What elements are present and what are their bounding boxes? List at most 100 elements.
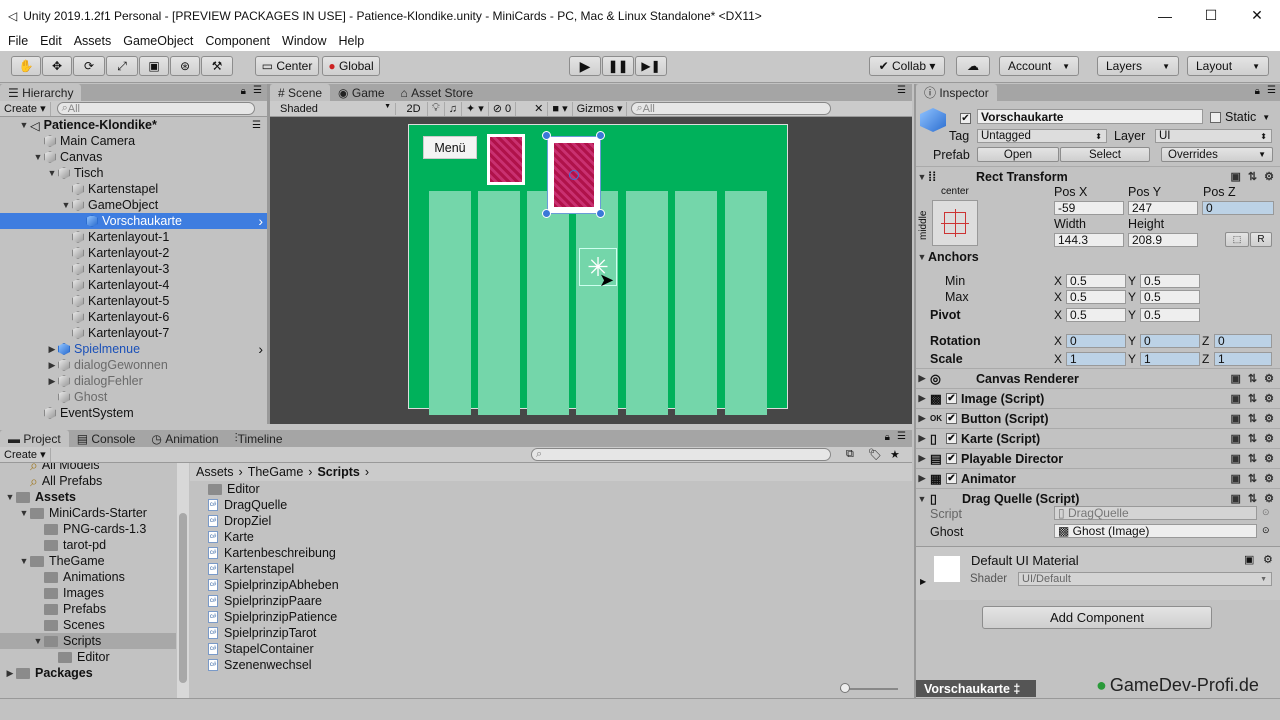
camera-icon[interactable]: ■ ▾ — [548, 101, 573, 116]
tab-timeline[interactable]: ⫶ Timeline — [227, 430, 291, 447]
rotate-tool-icon[interactable]: ⟳ — [73, 56, 105, 76]
project-tree-item[interactable]: ▼ TheGame — [0, 553, 176, 569]
expand-arrow-icon[interactable]: ▼ — [60, 200, 72, 210]
project-file-item[interactable]: Editor — [208, 481, 260, 497]
rect-handle[interactable] — [596, 209, 605, 218]
menu-gameobject[interactable]: GameObject — [123, 34, 193, 48]
help-icon[interactable]: ▣ — [1231, 432, 1241, 445]
presets-icon[interactable]: ⇅ — [1248, 492, 1257, 505]
vector-input[interactable]: 0.5 — [1066, 274, 1126, 288]
blueprint-mode-button[interactable]: ⬚ — [1225, 232, 1249, 247]
expand-arrow-icon[interactable]: ▼ — [18, 508, 30, 518]
pivot-center-button[interactable]: ▭ Center — [255, 56, 319, 76]
project-file-item[interactable]: c# Kartenbeschreibung — [208, 545, 336, 561]
expand-arrow-icon[interactable]: ▼ — [32, 152, 44, 162]
cloud-button[interactable]: ☁ — [956, 56, 990, 76]
project-file-item[interactable]: c# SpielprinzipPaare — [208, 593, 322, 609]
checkbox-check-icon[interactable]: ✔ — [946, 413, 957, 424]
height-input[interactable]: 208.9 — [1128, 233, 1198, 247]
transform-tool-icon[interactable]: ⊛ — [170, 56, 200, 76]
settings-gear-icon[interactable]: ⚙ — [1264, 472, 1274, 485]
panel-menu-icon[interactable]: ☰ — [1267, 85, 1276, 96]
tree-scrollbar[interactable] — [177, 463, 189, 698]
object-picker-icon[interactable]: ⊙ — [1262, 525, 1270, 536]
help-icon[interactable]: ▣ — [1231, 170, 1241, 183]
breadcrumb-scripts[interactable]: Scripts — [317, 465, 359, 479]
hierarchy-item[interactable]: Vorschaukarte › — [0, 213, 267, 229]
settings-gear-icon[interactable]: ⚙ — [1264, 432, 1274, 445]
add-component-button[interactable]: Add Component — [982, 606, 1212, 629]
project-tree-item[interactable]: Images — [0, 585, 176, 601]
tab-project[interactable]: ▬ Project — [0, 430, 69, 447]
project-file-item[interactable]: c# DragQuelle — [208, 497, 287, 513]
help-icon[interactable]: ▣ — [1231, 412, 1241, 425]
object-name-input[interactable]: Vorschaukarte — [977, 109, 1203, 124]
project-create-button[interactable]: Create ▾ — [0, 447, 51, 462]
help-icon[interactable]: ▣ — [1244, 553, 1254, 566]
project-tree-item[interactable]: ▼ Scripts — [0, 633, 176, 649]
filter-type-icon[interactable]: ⧉ — [846, 448, 854, 461]
hierarchy-item[interactable]: Kartenlayout-2 — [0, 245, 267, 261]
settings-gear-icon[interactable]: ⚙ — [1263, 553, 1273, 566]
expand-arrow-icon[interactable]: ▼ — [32, 636, 44, 646]
project-tree-item[interactable]: Editor — [0, 649, 176, 665]
slider-thumb[interactable] — [840, 683, 850, 693]
vector-input[interactable]: 0.5 — [1140, 290, 1200, 304]
expand-arrow-icon[interactable]: ▼ — [18, 556, 30, 566]
expand-arrow-icon[interactable]: ▶ — [4, 668, 16, 679]
expand-arrow-icon[interactable]: ▼ — [46, 168, 58, 178]
rect-handle[interactable] — [596, 131, 605, 140]
hierarchy-item[interactable]: Kartenlayout-3 — [0, 261, 267, 277]
panel-menu-icon[interactable]: ☰ — [897, 431, 906, 442]
vector-input[interactable]: 0 — [1214, 334, 1272, 348]
settings-gear-icon[interactable]: ⚙ — [1264, 492, 1274, 505]
lock-icon[interactable]: 🔒︎ — [885, 432, 890, 443]
width-input[interactable]: 144.3 — [1054, 233, 1124, 247]
anchors-foldout[interactable]: ▼ Anchors — [916, 248, 1280, 266]
checkbox-check-icon[interactable]: ✔ — [946, 433, 957, 444]
project-file-item[interactable]: c# Kartenstapel — [208, 561, 294, 577]
hierarchy-item[interactable]: ▼ ◁ Patience-Klondike* ☰ — [0, 117, 267, 133]
hierarchy-item[interactable]: ▼ Tisch — [0, 165, 267, 181]
chevron-right-icon[interactable]: › — [258, 213, 263, 229]
shading-mode-dropdown[interactable]: Shaded ▼ — [270, 102, 396, 115]
hierarchy-item[interactable]: Kartenlayout-5 — [0, 293, 267, 309]
hierarchy-item[interactable]: Kartenlayout-4 — [0, 277, 267, 293]
project-tree-item[interactable]: Scenes — [0, 617, 176, 633]
component-image[interactable]: ▶ ▩ ✔ Image (Script) ▣ ⇅ ⚙ — [916, 388, 1280, 408]
presets-icon[interactable]: ⇅ — [1248, 392, 1257, 405]
tab-scene[interactable]: # Scene — [270, 84, 331, 101]
rect-transform-header[interactable]: ▼ ⁞⁞ Rect Transform ▣ ⇅ ⚙ — [916, 166, 1280, 186]
global-button[interactable]: ● Global — [322, 56, 380, 76]
lighting-icon[interactable]: 💡︎ — [428, 101, 445, 116]
ghost-field[interactable]: ▩ Ghost (Image) — [1054, 524, 1257, 538]
expand-arrow-icon[interactable]: ▶ — [46, 344, 58, 355]
account-dropdown[interactable]: Account ▼ — [999, 56, 1079, 76]
project-tree-item[interactable]: ▼ MiniCards-Starter — [0, 505, 176, 521]
hierarchy-item[interactable]: Main Camera — [0, 133, 267, 149]
presets-icon[interactable]: ⇅ — [1248, 452, 1257, 465]
play-button[interactable]: ▶ — [569, 56, 601, 76]
settings-gear-icon[interactable]: ⚙ — [1264, 392, 1274, 405]
prefab-select-button[interactable]: Select — [1060, 147, 1150, 162]
menu-assets[interactable]: Assets — [74, 34, 112, 48]
presets-icon[interactable]: ⇅ — [1248, 170, 1257, 183]
menu-edit[interactable]: Edit — [40, 34, 62, 48]
posx-input[interactable]: -59 — [1054, 201, 1124, 215]
close-icon[interactable]: ✕ — [1234, 0, 1280, 31]
component-drag-quelle[interactable]: ▼ ▯ Drag Quelle (Script) ▣ ⇅ ⚙ — [916, 488, 1280, 508]
layer-dropdown[interactable]: UI ⬍ — [1155, 129, 1272, 143]
hierarchy-item[interactable]: ▼ Canvas — [0, 149, 267, 165]
checkbox-check-icon[interactable]: ✔ — [946, 453, 957, 464]
project-file-item[interactable]: c# Karte — [208, 529, 254, 545]
hierarchy-item[interactable]: ▶ dialogFehler — [0, 373, 267, 389]
effects-icon[interactable]: ✦ ▾ — [462, 101, 489, 116]
component-animator[interactable]: ▶ ▦ ✔ Animator ▣ ⇅ ⚙ — [916, 468, 1280, 488]
vector-input[interactable]: 1 — [1214, 352, 1272, 366]
expand-arrow-icon[interactable]: ▼ — [18, 120, 30, 130]
filter-label-icon[interactable]: 🏷︎ — [868, 448, 882, 461]
project-file-item[interactable]: c# StapelContainer — [208, 641, 314, 657]
tab-animation[interactable]: ◷ Animation — [143, 430, 226, 447]
project-tree-item[interactable]: ▼ Assets — [0, 489, 176, 505]
component-button[interactable]: ▶ OK ✔ Button (Script) ▣ ⇅ ⚙ — [916, 408, 1280, 428]
